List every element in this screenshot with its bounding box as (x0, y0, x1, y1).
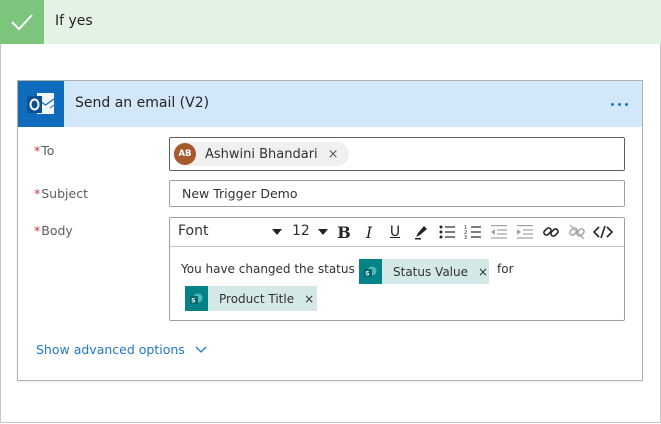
if-yes-header[interactable]: If yes (0, 0, 661, 44)
bold-button[interactable]: B (333, 221, 355, 243)
action-title: Send an email (V2) (75, 95, 210, 111)
remove-token-button[interactable]: × (304, 292, 314, 306)
outlook-icon (18, 81, 64, 127)
ellipsis-icon[interactable] (606, 91, 632, 117)
recipient-token: AB Ashwini Bhandari × (173, 142, 349, 166)
body-editor[interactable]: Font 12 B I U 123 You have changed the s… (169, 217, 625, 321)
font-size-dropdown[interactable]: 12 (292, 223, 328, 243)
numbered-list-icon[interactable]: 123 (462, 221, 484, 243)
svg-text:3: 3 (464, 235, 467, 240)
body-text: You have changed the status to (181, 262, 371, 276)
body-text: for (497, 262, 514, 276)
link-icon[interactable] (540, 221, 562, 243)
recipient-name: Ashwini Bhandari (205, 146, 318, 162)
svg-text:S: S (365, 270, 369, 277)
body-label: *Body (34, 223, 73, 238)
subject-label: *Subject (34, 186, 88, 201)
increase-indent-icon[interactable] (514, 221, 536, 243)
svg-text:S: S (191, 297, 195, 304)
subject-input[interactable] (169, 180, 625, 207)
decrease-indent-icon[interactable] (488, 221, 510, 243)
to-field[interactable]: AB Ashwini Bhandari × (169, 137, 625, 171)
chevron-down-icon (195, 346, 207, 353)
action-header[interactable]: Send an email (V2) (18, 81, 642, 127)
to-label: *To (34, 143, 55, 158)
font-dropdown[interactable]: Font (178, 223, 282, 243)
if-yes-label: If yes (55, 13, 93, 29)
sharepoint-icon: S (185, 286, 208, 311)
show-advanced-options-link[interactable]: Show advanced options (36, 342, 207, 357)
bulleted-list-icon[interactable] (436, 221, 458, 243)
italic-button[interactable]: I (358, 221, 380, 243)
chevron-down-icon (272, 229, 282, 235)
sharepoint-icon: S (359, 259, 382, 284)
checkmark-icon (0, 0, 44, 44)
remove-token-button[interactable]: × (478, 265, 488, 279)
chevron-down-icon (318, 229, 328, 235)
token-label: Product Title (219, 291, 295, 306)
remove-recipient-button[interactable]: × (328, 147, 339, 162)
avatar: AB (174, 143, 196, 165)
token-label: Status Value (393, 264, 469, 279)
body-content[interactable]: You have changed the status to S Status … (170, 247, 624, 320)
underline-button[interactable]: U (384, 221, 406, 243)
code-view-icon[interactable] (592, 221, 614, 243)
status-value-token: S Status Value × (359, 259, 489, 284)
highlight-icon[interactable] (410, 221, 432, 243)
send-email-action-card: Send an email (V2) *To AB Ashwini Bhanda… (17, 80, 643, 381)
unlink-icon[interactable] (566, 221, 588, 243)
product-title-token: S Product Title × (185, 286, 317, 311)
formatting-toolbar: Font 12 B I U 123 (170, 218, 624, 247)
